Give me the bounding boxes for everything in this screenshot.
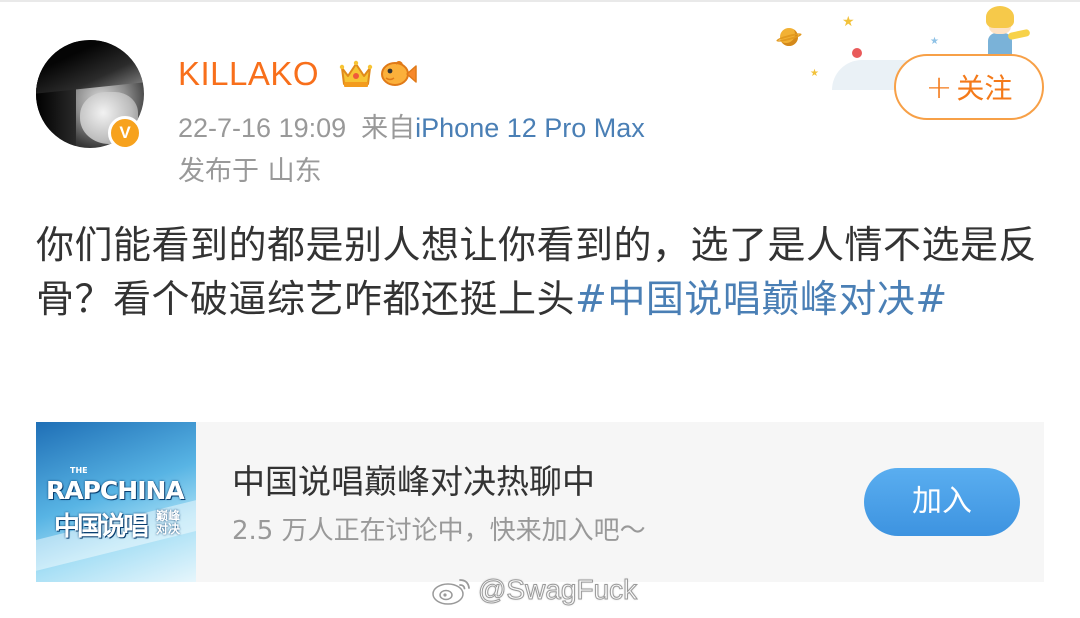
topic-thumbnail: THE RAPCHINA 中国说唱 巅峰对决: [36, 422, 196, 582]
star-icon: ★: [810, 68, 819, 79]
device-link[interactable]: iPhone 12 Pro Max: [415, 113, 645, 143]
hashtag-link[interactable]: #中国说唱巅峰对决#: [575, 277, 948, 321]
post-location: 发布于 山东: [178, 156, 322, 187]
post-meta: 22-7-16 19:09 来自iPhone 12 Pro Max: [178, 110, 645, 146]
rose-icon: [852, 48, 862, 58]
topic-title[interactable]: 中国说唱巅峰对决热聊中: [232, 462, 595, 502]
source-prefix: 来自: [361, 113, 416, 143]
thumbnail-logo: RAPCHINA: [46, 476, 185, 505]
post-timestamp: 22-7-16 19:09: [178, 113, 347, 143]
crown-icon: [339, 60, 373, 87]
star-icon: ★: [930, 36, 939, 47]
thumbnail-subtitle: 中国说唱: [54, 512, 149, 542]
post-body: 你们能看到的都是别人想让你看到的，选了是人情不选是反骨？看个破逼综艺咋都还挺上头…: [36, 218, 1046, 326]
watermark-text: @SwagFuck: [477, 574, 638, 606]
weibo-icon: [432, 579, 470, 605]
topic-subtitle: 2.5 万人正在讨论中，快来加入吧～: [232, 516, 646, 546]
top-divider: [0, 0, 1080, 2]
fish-icon: [381, 61, 417, 86]
topic-card[interactable]: THE RAPCHINA 中国说唱 巅峰对决 中国说唱巅峰对决热聊中 2.5 万…: [36, 422, 1044, 582]
verified-badge-icon: V: [108, 116, 142, 150]
join-button[interactable]: 加入: [864, 468, 1020, 536]
username[interactable]: KILLAKO: [178, 54, 319, 94]
thumbnail-small-text: THE: [70, 466, 88, 475]
follow-button[interactable]: + 关注: [894, 54, 1044, 120]
thumbnail-subtitle-2: 巅峰对决: [156, 509, 181, 536]
plus-icon: +: [925, 68, 953, 106]
follow-label: 关注: [956, 72, 1013, 105]
star-icon: ★: [842, 14, 855, 30]
